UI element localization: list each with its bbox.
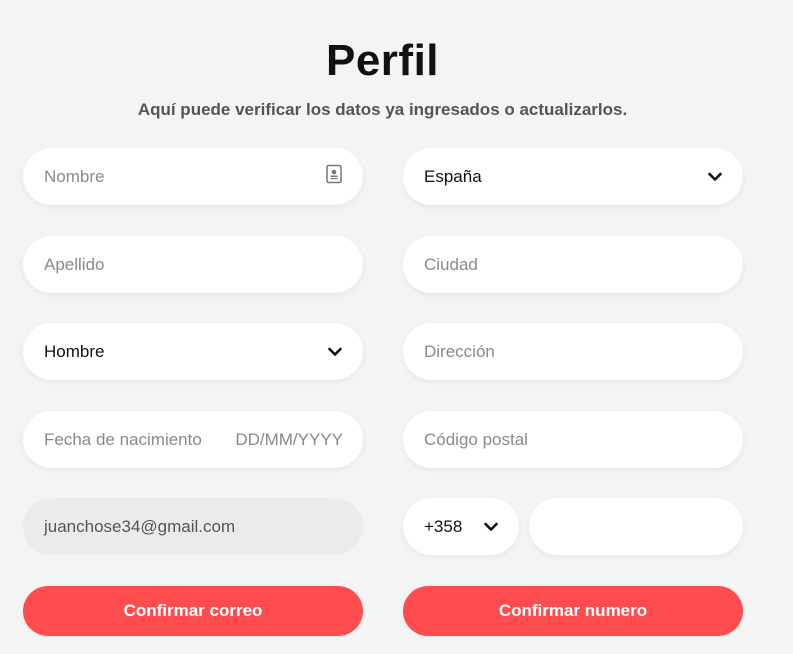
chevron-down-icon [327,344,343,360]
chevron-down-icon [707,169,723,185]
phone-number-field[interactable] [529,498,743,555]
genero-select[interactable]: Hombre [23,323,363,380]
ciudad-placeholder: Ciudad [424,254,478,274]
fecha-nacimiento-label: Fecha de nacimiento [44,429,202,449]
confirmar-numero-button[interactable]: Confirmar numero [403,586,743,636]
apellido-field[interactable]: Apellido [23,236,363,293]
fecha-nacimiento-field[interactable]: Fecha de nacimiento DD/MM/YYYY [23,411,363,468]
page-title: Perfil [325,36,440,85]
genero-selected: Hombre [44,341,105,361]
ciudad-field[interactable]: Ciudad [403,236,743,293]
phone-prefix-select[interactable]: +358 [403,498,519,555]
phone-prefix-value: +358 [424,516,463,536]
direccion-placeholder: Dirección [424,341,495,361]
nombre-placeholder: Nombre [44,166,105,186]
contact-card-icon [325,164,343,189]
pais-selected: España [424,166,482,186]
fecha-format-placeholder: DD/MM/YYYY [235,429,343,449]
codigo-postal-field[interactable]: Código postal [403,411,743,468]
pais-select[interactable]: España [403,148,743,205]
page-subtitle: Aquí puede verificar los datos ya ingres… [137,100,628,119]
nombre-field[interactable]: Nombre [23,148,363,205]
apellido-placeholder: Apellido [44,254,105,274]
email-field: juanchose34@gmail.com [23,498,363,555]
codigo-postal-placeholder: Código postal [424,429,528,449]
confirmar-correo-button[interactable]: Confirmar correo [23,586,363,636]
email-value: juanchose34@gmail.com [44,516,236,536]
chevron-down-icon [483,519,499,535]
direccion-field[interactable]: Dirección [403,323,743,380]
